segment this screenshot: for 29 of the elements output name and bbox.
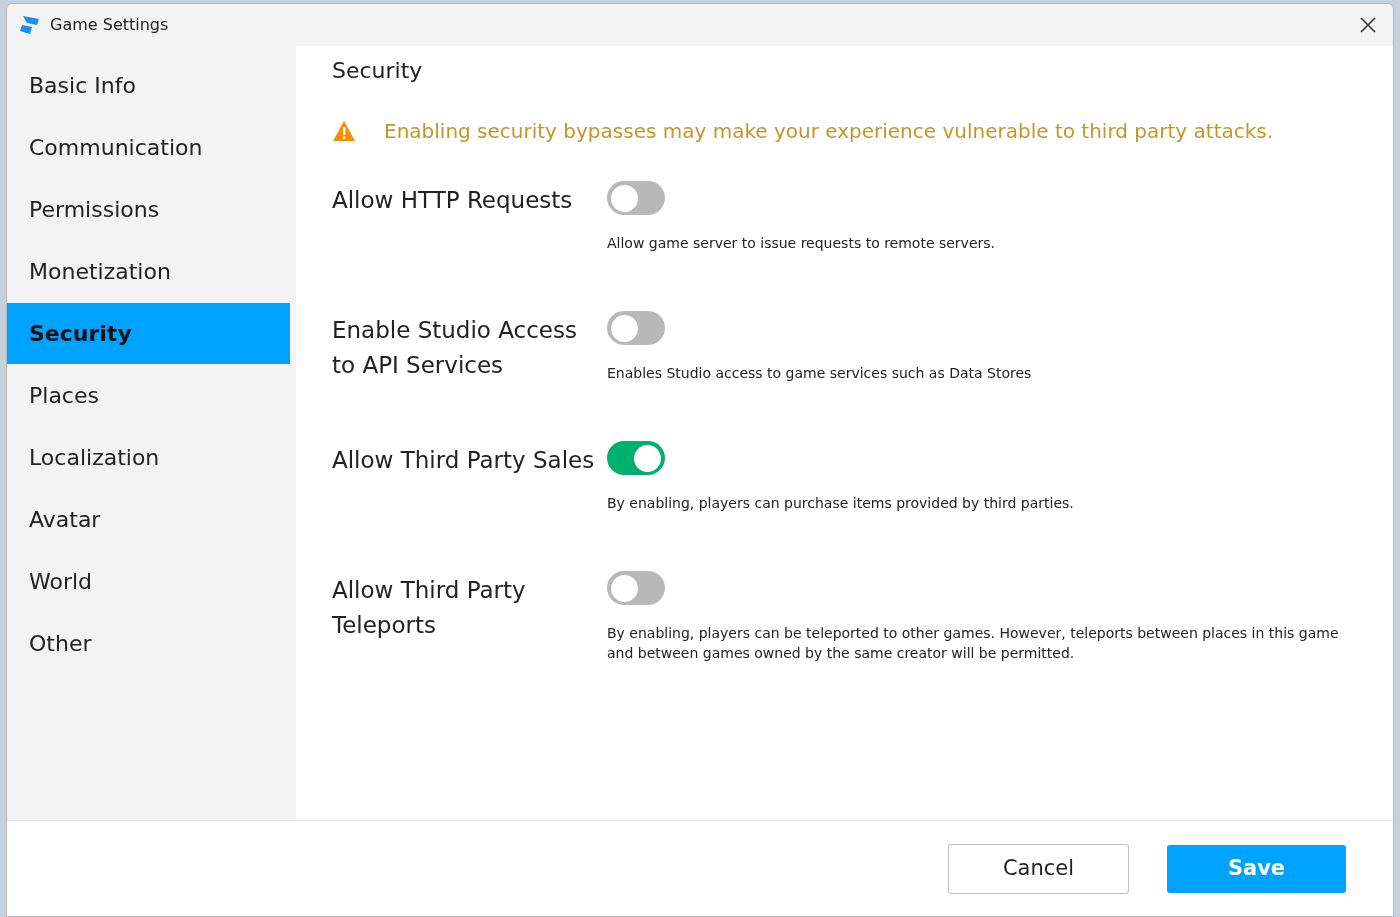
sidebar-item[interactable]: Permissions [7, 179, 290, 240]
toggle-switch[interactable] [607, 311, 665, 345]
app-logo-icon [19, 14, 41, 36]
close-icon [1359, 16, 1377, 34]
sidebar-item[interactable]: Avatar [7, 489, 290, 550]
setting-description: By enabling, players can be teleported to other games. However, teleports between places in this game and between games owned by the same creator will be permitted. [607, 624, 1340, 663]
sidebar-item[interactable]: Localization [7, 427, 290, 488]
sidebar-item[interactable]: Places [7, 365, 290, 426]
sidebar-item[interactable]: Monetization [7, 241, 290, 302]
setting-label: Allow Third Party Sales [332, 446, 596, 475]
cancel-button[interactable]: Cancel [948, 843, 1129, 894]
toggle-switch[interactable] [607, 441, 665, 475]
setting-description: By enabling, players can purchase items provided by third parties. [607, 494, 1075, 513]
sidebar-item[interactable]: World [7, 551, 290, 612]
toggle-switch[interactable] [607, 181, 665, 215]
warning-icon [332, 120, 356, 142]
warning-message: Enabling security bypasses may make your experience vulnerable to third party attacks. [384, 118, 1274, 145]
sidebar-item[interactable]: Communication [7, 117, 290, 178]
sidebar-item[interactable]: Other [7, 613, 290, 674]
setting-label: Allow HTTP Requests [332, 186, 574, 215]
sidebar-item[interactable]: Basic Info [7, 55, 290, 116]
setting-label: Enable Studio Access to API Services [332, 316, 578, 380]
setting-label: Allow Third Party Teleports [332, 576, 527, 640]
sidebar-item[interactable]: Security [7, 303, 290, 364]
section-heading: Security [332, 57, 424, 85]
setting-description: Allow game server to issue requests to remote servers. [607, 234, 997, 253]
setting-description: Enables Studio access to game services such as Data Stores [607, 364, 1033, 383]
window-title: Game Settings [50, 14, 169, 36]
toggle-switch[interactable] [607, 571, 665, 605]
